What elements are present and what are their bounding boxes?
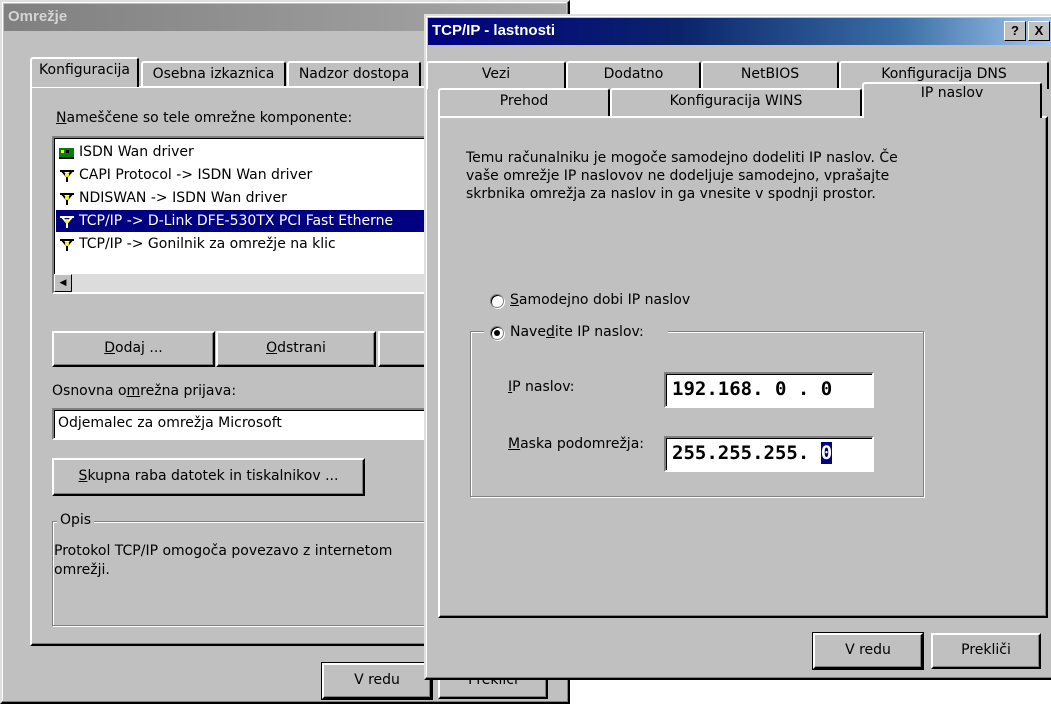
subnet-mask-selected-octet: 0 [820,442,833,464]
components-hscrollbar[interactable]: ◀ [54,274,450,292]
file-print-sharing-button[interactable]: Skupna raba datotek in tiskalnikov ... [52,458,365,496]
tcpip-properties-dialog: TCP/IP - lastnosti ? X Vezi Dodatno NetB… [424,14,1051,680]
network-dialog-title: Omrežje [8,8,68,25]
components-list[interactable]: ISDN Wan driver CAPI Protocol -> ISDN Wa… [52,136,452,294]
specify-ip-radio[interactable] [490,326,504,340]
specify-ip-group [470,331,924,497]
tab-prehod[interactable]: Prehod [438,88,610,116]
close-button[interactable]: X [1028,21,1050,41]
list-item[interactable]: NDISWAN -> ISDN Wan driver [56,187,436,209]
list-item[interactable]: ISDN Wan driver [56,141,436,163]
tab-dodatno[interactable]: Dodatno [566,61,701,89]
subnet-mask-label: Maska podomrežja: [508,436,644,452]
tab-nadzor-dostopa[interactable]: Nadzor dostopa [287,61,421,87]
ip-address-field[interactable]: 192.168. 0 . 0 [664,372,874,408]
network-protocol-icon [58,191,76,205]
list-item[interactable]: CAPI Protocol -> ISDN Wan driver [56,164,436,186]
ip-address-label: IP naslov: [508,379,575,395]
adapter-icon [58,145,76,159]
components-label: Nameščene so tele omrežne komponente: [56,110,353,126]
subnet-mask-field[interactable]: 255.255.255. 0 [664,436,874,472]
primary-logon-select[interactable]: Odjemalec za omrežja Microsoft [52,408,452,440]
tab-vezi[interactable]: Vezi [426,61,566,89]
tab-netbios[interactable]: NetBIOS [701,61,839,89]
tcpip-dialog-title: TCP/IP - lastnosti [432,22,556,39]
tcpip-dialog-titlebar[interactable]: TCP/IP - lastnosti ? X [428,18,1051,45]
ok-button[interactable]: V redu [812,632,924,670]
network-protocol-icon [58,214,76,228]
tab-konfiguracija[interactable]: Konfiguracija [30,57,139,87]
auto-ip-label[interactable]: Samodejno dobi IP naslov [510,292,690,308]
specify-ip-label[interactable]: Navedite IP naslov: [510,324,644,340]
help-button[interactable]: ? [1004,21,1026,41]
remove-button[interactable]: Odstrani [216,331,376,367]
auto-ip-radio[interactable] [490,294,504,308]
add-button[interactable]: Dodaj ... [52,331,215,367]
list-item-selected[interactable]: TCP/IP -> D-Link DFE-530TX PCI Fast Ethe… [56,210,452,232]
close-icon: X [1034,23,1044,38]
list-item[interactable]: TCP/IP -> Gonilnik za omrežje na klic [56,233,436,255]
network-protocol-icon [58,237,76,251]
tab-ip-naslov[interactable]: IP naslov [862,82,1042,118]
scroll-left-button[interactable]: ◀ [54,274,72,292]
ok-button[interactable]: V redu [321,662,433,700]
primary-logon-label: Osnovna omrežna prijava: [52,383,237,399]
tab-osebna-izkaznica[interactable]: Osebna izkaznica [141,61,286,87]
cancel-button[interactable]: Prekliči [931,633,1041,669]
tab-konfiguracija-wins[interactable]: Konfiguracija WINS [610,88,862,116]
info-text: Temu računalniku je mogoče samodejno dod… [466,150,898,202]
description-group-label: Opis [57,512,95,528]
radio-dot [494,330,500,336]
network-protocol-icon [58,168,76,182]
description-text: Protokol TCP/IP omogoča povezavo z inter… [54,543,393,578]
